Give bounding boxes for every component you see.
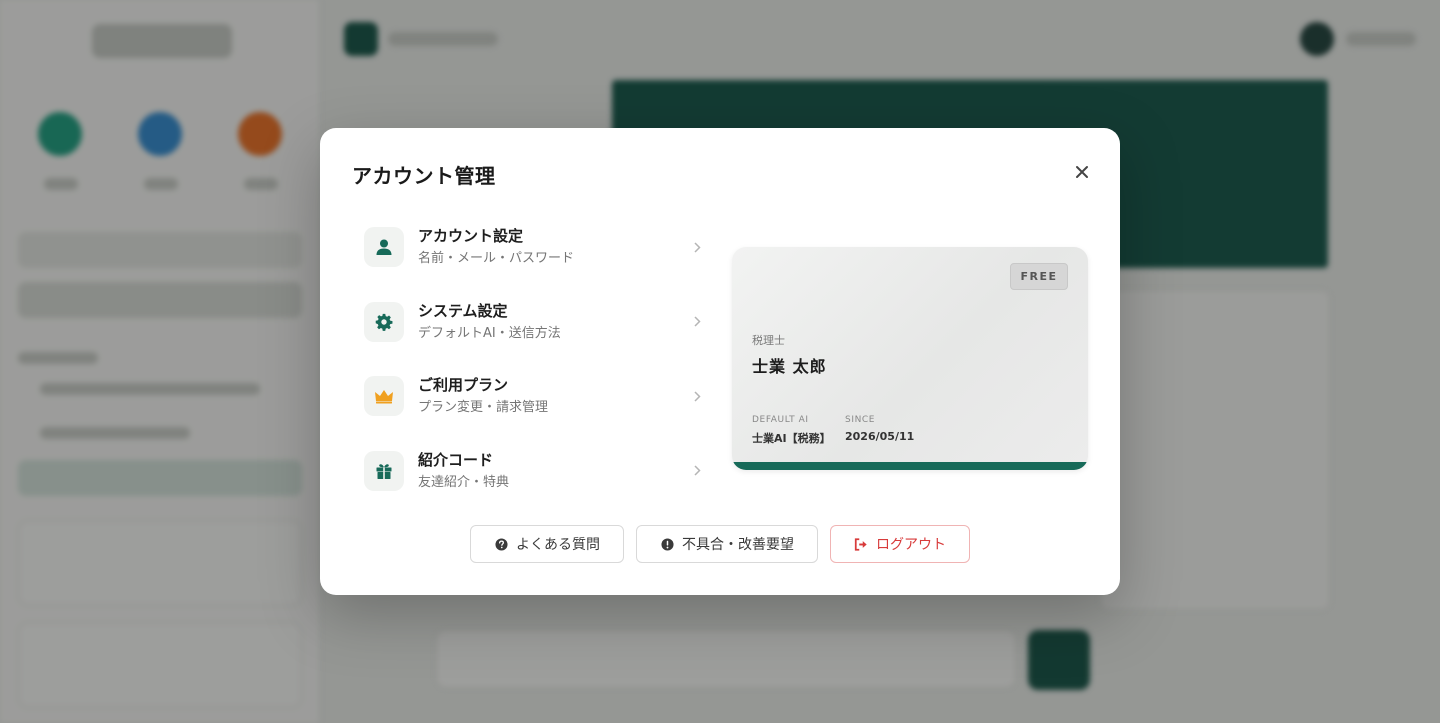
logout-icon (854, 537, 868, 551)
faq-button-label: よくある質問 (516, 537, 600, 553)
since-value: 2026/05/11 (845, 430, 915, 443)
menu-item-label: 紹介コード (418, 450, 494, 469)
menu-item-label: システム設定 (418, 301, 508, 320)
since-label: SINCE (845, 415, 876, 425)
member-name: 士業 太郎 (752, 357, 827, 376)
menu-item-description: 友達紹介・特典 (418, 474, 510, 490)
card-accent-stripe (732, 462, 1088, 470)
default-ai-value: 士業AI【税務】 (752, 432, 831, 445)
menu-item-referral-code[interactable]: 紹介コード 友達紹介・特典 (356, 434, 706, 509)
plan-badge: FREE (1010, 263, 1068, 290)
default-ai-label: DEFAULT AI (752, 415, 809, 425)
modal-title: アカウント管理 (352, 164, 496, 188)
logout-button[interactable]: ログアウト (830, 525, 970, 563)
close-icon (1076, 166, 1088, 178)
menu-item-account-settings[interactable]: アカウント設定 名前・メール・パスワード (356, 210, 706, 285)
member-card: FREE 税理士 士業 太郎 DEFAULT AI 士業AI【税務】 SINCE… (732, 247, 1088, 470)
menu-item-plan[interactable]: ご利用プラン プラン変更・請求管理 (356, 359, 706, 434)
chevron-right-icon (692, 242, 702, 253)
menu-item-description: 名前・メール・パスワード (418, 251, 575, 267)
chevron-right-icon (692, 391, 702, 402)
alert-circle-icon (660, 537, 674, 551)
settings-menu: アカウント設定 名前・メール・パスワード システム設定 デフォルトAI・送信方法 (356, 210, 706, 508)
feedback-button-label: 不具合・改善要望 (682, 537, 794, 553)
menu-item-description: デフォルトAI・送信方法 (418, 325, 561, 341)
chevron-right-icon (692, 465, 702, 476)
gear-icon (364, 301, 404, 342)
menu-item-label: ご利用プラン (418, 376, 509, 395)
menu-item-label: アカウント設定 (418, 227, 524, 246)
account-modal: アカウント管理 アカウント設定 名前・メール・パスワード システム設定 デフォル… (320, 128, 1120, 595)
faq-button[interactable]: よくある質問 (470, 525, 624, 563)
menu-item-description: プラン変更・請求管理 (418, 400, 549, 416)
logout-button-label: ログアウト (876, 537, 946, 553)
member-role: 税理士 (752, 334, 785, 347)
crown-icon (364, 376, 404, 417)
user-icon (364, 227, 404, 268)
close-button[interactable] (1068, 158, 1096, 186)
feedback-button[interactable]: 不具合・改善要望 (636, 525, 818, 563)
question-circle-icon (494, 537, 508, 551)
chevron-right-icon (692, 316, 702, 327)
menu-item-system-settings[interactable]: システム設定 デフォルトAI・送信方法 (356, 285, 706, 360)
gift-icon (364, 450, 404, 491)
